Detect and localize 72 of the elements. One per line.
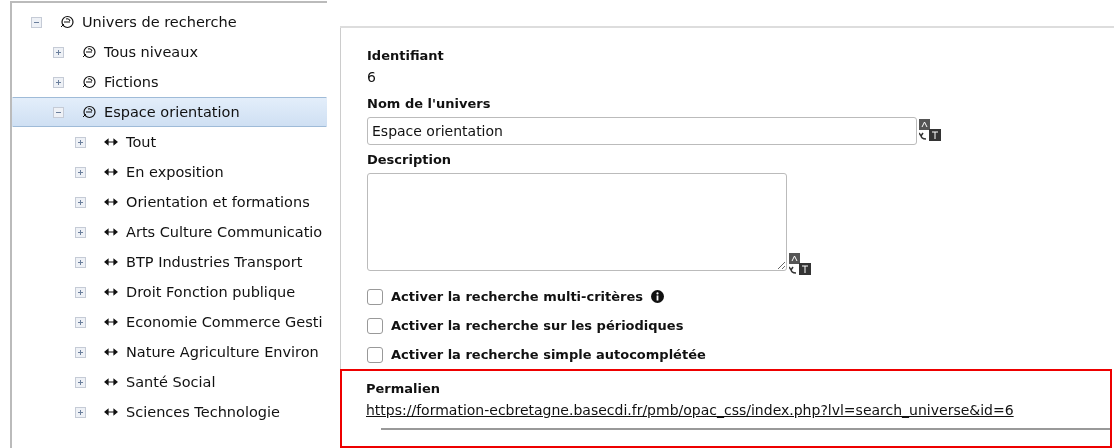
expand-icon[interactable] bbox=[75, 316, 86, 328]
tree-item[interactable]: Santé Social bbox=[12, 367, 327, 397]
double-arrow-icon bbox=[104, 258, 118, 266]
tree-item-label: Droit Fonction publique bbox=[126, 284, 296, 300]
checkbox-label: Activer la recherche simple autocomplétée bbox=[391, 347, 706, 362]
tree-item-label: Tout bbox=[126, 134, 157, 150]
tree-item[interactable]: Fictions bbox=[12, 67, 327, 97]
tree-item[interactable]: Espace orientation bbox=[12, 97, 327, 127]
expand-icon[interactable] bbox=[75, 286, 86, 298]
name-input[interactable]: Espace orientation bbox=[367, 117, 917, 145]
expand-icon[interactable] bbox=[75, 226, 86, 238]
double-arrow-icon bbox=[104, 348, 118, 356]
tree-item[interactable]: Orientation et formations bbox=[12, 187, 327, 217]
tree-item-label: Nature Agriculture Environ bbox=[126, 344, 319, 360]
tree-item-label: Economie Commerce Gesti bbox=[126, 314, 323, 330]
expand-icon[interactable] bbox=[75, 166, 86, 178]
info-icon[interactable] bbox=[651, 290, 665, 303]
universe-icon bbox=[82, 75, 96, 89]
tree-item-label: Univers de recherche bbox=[82, 14, 237, 30]
double-arrow-icon bbox=[104, 138, 118, 146]
expand-icon[interactable] bbox=[75, 136, 86, 148]
field-label: Nom de l'univers bbox=[367, 96, 492, 113]
checkbox[interactable] bbox=[367, 317, 383, 334]
expand-icon[interactable] bbox=[75, 406, 86, 418]
tree-item[interactable]: Tout bbox=[12, 127, 327, 157]
tree-item-label: En exposition bbox=[126, 164, 224, 180]
tree-item[interactable]: Arts Culture Communicatio bbox=[12, 217, 327, 247]
tree-item[interactable]: Sciences Technologie bbox=[12, 397, 327, 427]
double-arrow-icon bbox=[104, 168, 118, 176]
double-arrow-icon bbox=[104, 378, 118, 386]
double-arrow-icon bbox=[104, 288, 118, 296]
tree-item[interactable]: Tous niveaux bbox=[12, 37, 327, 67]
id-value: 6 bbox=[367, 69, 377, 87]
field-label: Identifiant bbox=[367, 48, 445, 65]
checkbox[interactable] bbox=[367, 346, 383, 363]
expand-icon[interactable] bbox=[75, 256, 86, 268]
expand-icon[interactable] bbox=[75, 376, 86, 388]
expand-icon[interactable] bbox=[53, 76, 64, 88]
expand-icon[interactable] bbox=[53, 46, 64, 58]
checkbox-label: Activer la recherche multi-critères bbox=[391, 289, 644, 304]
expand-icon[interactable] bbox=[75, 346, 86, 358]
collapse-icon[interactable] bbox=[53, 106, 64, 118]
double-arrow-icon bbox=[104, 318, 118, 326]
universe-icon bbox=[82, 105, 96, 119]
tree-item-label: Arts Culture Communicatio bbox=[126, 224, 323, 240]
field-label: Permalien bbox=[366, 381, 442, 398]
tree-item[interactable]: Nature Agriculture Environ bbox=[12, 337, 327, 367]
tree-item-label: Espace orientation bbox=[104, 104, 240, 120]
expand-icon[interactable] bbox=[75, 196, 86, 208]
field-label: Description bbox=[367, 152, 453, 169]
permalink-link[interactable]: https://formation-ecbretagne.basecdi.fr/pmb/opac_css/index.php?lvl=search_universe&id=6 bbox=[366, 402, 1014, 418]
universe-icon bbox=[82, 45, 96, 59]
universe-icon bbox=[60, 15, 74, 29]
tree-item-label: Tous niveaux bbox=[104, 44, 198, 60]
double-arrow-icon bbox=[104, 228, 118, 236]
tree-item[interactable]: Univers de recherche bbox=[12, 7, 327, 37]
tree-item[interactable]: Economie Commerce Gesti bbox=[12, 307, 327, 337]
collapse-icon[interactable] bbox=[31, 16, 42, 28]
translate-icon[interactable] bbox=[919, 119, 941, 141]
tree-item-label: Sciences Technologie bbox=[126, 404, 280, 420]
tree-item-label: BTP Industries Transport bbox=[126, 254, 303, 270]
tree-item-label: Santé Social bbox=[126, 374, 216, 390]
checkbox[interactable] bbox=[367, 288, 383, 305]
translate-icon[interactable] bbox=[789, 253, 811, 275]
tree-item[interactable]: BTP Industries Transport bbox=[12, 247, 327, 277]
double-arrow-icon bbox=[104, 408, 118, 416]
double-arrow-icon bbox=[104, 198, 118, 206]
tree-item-label: Orientation et formations bbox=[126, 194, 310, 210]
tree-item[interactable]: Droit Fonction publique bbox=[12, 277, 327, 307]
tree-item[interactable]: En exposition bbox=[12, 157, 327, 187]
checkbox-label: Activer la recherche sur les périodiques bbox=[391, 318, 684, 333]
tree-item-label: Fictions bbox=[104, 74, 159, 90]
